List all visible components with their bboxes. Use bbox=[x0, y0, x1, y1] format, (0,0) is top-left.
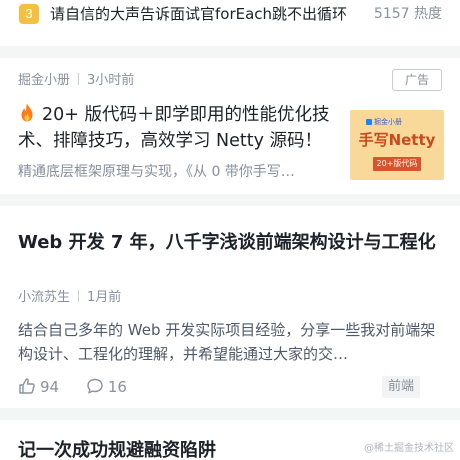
ad-card[interactable]: 掘金小册 3小时前 广告 20+ 版代码＋即学即用的性能优化技术、排障技巧，高效学… bbox=[0, 58, 460, 194]
ad-thumbnail[interactable]: 掘金小册 手写Netty 20+版代码 bbox=[350, 110, 444, 180]
hot-item-title[interactable]: 请自信的大声告诉面试官forEach跳不出循环 bbox=[50, 4, 347, 24]
ad-time: 3小时前 bbox=[87, 73, 135, 88]
meta-divider bbox=[78, 73, 80, 85]
article-tag[interactable]: 前端 bbox=[381, 376, 420, 398]
article-time: 1月前 bbox=[87, 290, 122, 305]
thumb-logo: 掘金小册 bbox=[366, 117, 402, 127]
feed-page: 3 请自信的大声告诉面试官forEach跳不出循环 5157 热度 掘金小册 3小… bbox=[0, 0, 460, 460]
article-abstract[interactable]: 结合自己多年的 Web 开发实际项目经验，分享一些我对前端架构设计、工程化的理解… bbox=[18, 318, 442, 366]
ad-title[interactable]: 20+ 版代码＋即学即用的性能优化技术、排障技巧，高效学习 Netty 源码！ bbox=[18, 102, 336, 154]
ad-meta: 掘金小册 3小时前 bbox=[18, 72, 134, 90]
watermark: @稀土掘金技术社区 bbox=[364, 443, 454, 454]
ad-title-text: 20+ 版代码＋即学即用的性能优化技术、排障技巧，高效学习 Netty 源码！ bbox=[18, 105, 330, 151]
comment-icon bbox=[87, 378, 103, 394]
thumb-logo-text: 掘金小册 bbox=[374, 118, 402, 126]
thumb-tag: 20+版代码 bbox=[373, 157, 421, 171]
next-article-card[interactable]: 记一次成功规避融资陷阱 @稀土掘金技术社区 bbox=[0, 420, 460, 460]
article-card[interactable]: Web 开发 7 年，八千字浅谈前端架构设计与工程化 小流苏生 1月前 结合自己多… bbox=[0, 206, 460, 408]
thumbs-up-icon bbox=[19, 378, 35, 394]
article-author[interactable]: 小流苏生 bbox=[18, 290, 70, 305]
ad-source[interactable]: 掘金小册 bbox=[18, 73, 70, 88]
fire-icon bbox=[21, 103, 33, 122]
next-article-title[interactable]: 记一次成功规避融资陷阱 bbox=[18, 438, 216, 460]
hot-rank-badge: 3 bbox=[19, 4, 39, 24]
hot-list-item[interactable]: 3 请自信的大声告诉面试官forEach跳不出循环 5157 热度 bbox=[0, 0, 460, 46]
comment-count: 16 bbox=[107, 378, 127, 396]
hot-item-heat: 5157 热度 bbox=[373, 6, 442, 22]
ad-description: 精通底层框架原理与实现，《从 0 带你手写… bbox=[18, 164, 295, 180]
ad-badge[interactable]: 广告 bbox=[392, 69, 442, 91]
like-button[interactable]: 94 bbox=[18, 376, 59, 398]
article-meta: 小流苏生 1月前 bbox=[18, 289, 121, 307]
juejin-logo-icon bbox=[366, 119, 372, 125]
article-title[interactable]: Web 开发 7 年，八千字浅谈前端架构设计与工程化 bbox=[18, 228, 442, 258]
comment-button[interactable]: 16 bbox=[86, 376, 127, 398]
meta-divider bbox=[78, 290, 80, 302]
article-actions: 94 16 bbox=[18, 376, 149, 398]
like-count: 94 bbox=[40, 378, 60, 396]
thumb-title: 手写Netty bbox=[358, 131, 436, 149]
